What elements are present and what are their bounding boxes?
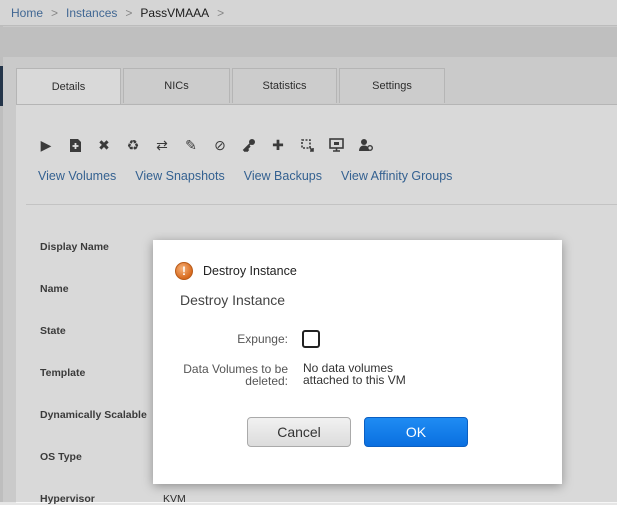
dialog-title: ! Destroy Instance	[175, 262, 297, 280]
data-volumes-value: No data volumes attached to this VM	[303, 362, 433, 386]
warning-icon: !	[175, 262, 193, 280]
expunge-checkbox[interactable]	[302, 330, 320, 348]
dialog-title-text: Destroy Instance	[203, 264, 297, 278]
dialog-subtitle: Destroy Instance	[180, 292, 286, 308]
data-volumes-value-line2: attached to this VM	[303, 373, 406, 387]
expunge-label: Expunge:	[237, 332, 288, 346]
data-volumes-label-line2: deleted:	[245, 374, 288, 388]
cancel-button[interactable]: Cancel	[247, 417, 351, 447]
destroy-instance-dialog: ! Destroy Instance Destroy Instance Expu…	[153, 240, 562, 484]
data-volumes-label: Data Volumes to be deleted:	[183, 363, 288, 387]
ok-button[interactable]: OK	[364, 417, 468, 447]
